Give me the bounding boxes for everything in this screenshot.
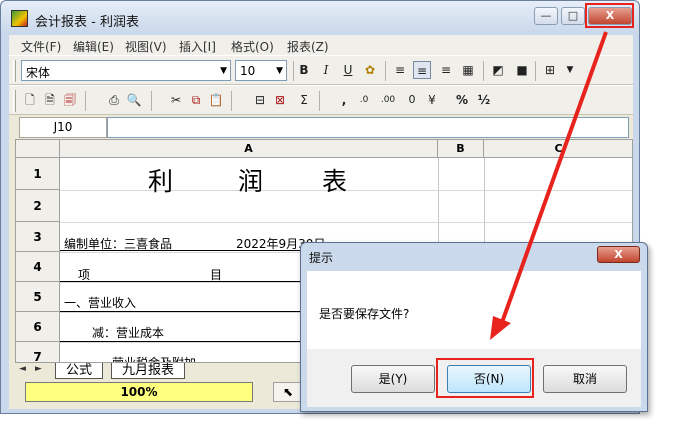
formula-bar: J10 xyxy=(9,115,633,141)
chevron-down-icon: ▼ xyxy=(220,66,227,76)
toolbar-separator xyxy=(85,91,86,111)
insert-col-icon[interactable]: ⊠ xyxy=(271,91,289,109)
toolbar-grip[interactable] xyxy=(13,60,16,82)
cancel-button[interactable]: 取消 xyxy=(543,365,627,393)
corner-header[interactable] xyxy=(16,140,60,158)
paste-icon[interactable]: 📋 xyxy=(207,91,225,109)
minimize-button[interactable]: — xyxy=(534,7,558,25)
row-header[interactable]: 7 xyxy=(16,342,60,362)
dialog-message: 是否要保存文件? xyxy=(319,307,410,321)
fraction-button[interactable]: ½ xyxy=(475,91,493,109)
border-icon[interactable]: ⊞ xyxy=(541,61,559,79)
align-left-icon[interactable]: ≡ xyxy=(391,61,409,79)
app-icon xyxy=(11,10,28,27)
window-title: 会计报表 - 利润表 xyxy=(35,15,139,30)
dialog-body: 是否要保存文件? xyxy=(307,271,641,349)
sum-icon[interactable]: Σ xyxy=(295,91,313,109)
report-title-char: 利 xyxy=(148,167,174,196)
maximize-button[interactable]: □ xyxy=(561,7,585,25)
column-header-b[interactable]: B xyxy=(438,140,484,158)
formula-input[interactable] xyxy=(107,117,629,138)
tab-sheet[interactable]: 九月报表 xyxy=(111,363,186,379)
toolbar-separator xyxy=(483,61,484,81)
format-toolbar: 宋体 ▼ 10 ▼ B I U ✿ ≡ ≡ ≡ ▦ ◩ ■ ⊞ ▼ xyxy=(9,55,633,85)
fill-color-icon[interactable]: ◩ xyxy=(489,61,507,79)
toolbar-separator xyxy=(293,61,294,81)
standard-toolbar: 🗋 🗎 🗐 ⎙ 🔍 ✂ ⧉ 📋 ⊟ ⊠ Σ , .0 .00 0 ¥ % ½ xyxy=(9,85,633,115)
increase-decimal-button[interactable]: .0 xyxy=(355,91,373,109)
grid-line xyxy=(60,222,632,223)
row-header[interactable]: 5 xyxy=(16,282,60,312)
number-zero-icon[interactable]: 0 xyxy=(403,91,421,109)
tab-prev-icon[interactable]: ◄ xyxy=(19,364,26,374)
dialog-title: 提示 xyxy=(309,251,334,265)
percent-button[interactable]: % xyxy=(453,91,471,109)
save-file-icon[interactable]: 🗐 xyxy=(61,91,79,109)
thousands-separator-button[interactable]: , xyxy=(335,91,353,109)
align-center-icon[interactable]: ≡ xyxy=(413,61,431,79)
table-grid-icon[interactable]: ▦ xyxy=(459,61,477,79)
toolbar-separator xyxy=(319,91,320,111)
font-size-value: 10 xyxy=(240,64,256,78)
row-header[interactable]: 6 xyxy=(16,312,60,342)
new-file-icon[interactable]: 🗋 xyxy=(21,91,39,109)
menu-view[interactable]: 视图(V) xyxy=(125,38,167,55)
menu-format[interactable]: 格式(O) xyxy=(231,38,274,55)
chevron-down-icon: ▼ xyxy=(276,66,283,76)
highlight-no-box xyxy=(436,358,534,398)
font-size-select[interactable]: 10 ▼ xyxy=(235,60,287,81)
font-name-value: 宋体 xyxy=(26,66,51,80)
revenue-line: 一、营业收入 xyxy=(64,296,137,310)
bold-button[interactable]: B xyxy=(295,61,313,79)
font-name-select[interactable]: 宋体 ▼ xyxy=(21,60,231,81)
menu-insert[interactable]: 插入[I] xyxy=(179,38,216,55)
column-header-a[interactable]: A xyxy=(60,140,438,158)
title-bar: 会计报表 - 利润表 — □ X xyxy=(1,1,639,35)
toolbar-separator xyxy=(535,61,536,81)
toolbar-separator xyxy=(231,91,232,111)
report-title-char: 润 xyxy=(238,167,264,196)
row-header[interactable]: 2 xyxy=(16,190,60,222)
palette-icon[interactable]: ✿ xyxy=(361,61,379,79)
menu-bar: 文件(F) 编辑(E) 视图(V) 插入[I] 格式(O) 报表(Z) xyxy=(9,35,633,55)
cell-reference-box[interactable]: J10 xyxy=(19,117,107,138)
cost-line: 减：营业成本 xyxy=(92,326,165,340)
print-icon[interactable]: ⎙ xyxy=(105,91,123,109)
menu-report[interactable]: 报表(Z) xyxy=(287,38,329,55)
tab-next-icon[interactable]: ► xyxy=(35,364,42,374)
toolbar-separator xyxy=(151,91,152,111)
row-header[interactable]: 1 xyxy=(16,158,60,190)
cut-icon[interactable]: ✂ xyxy=(167,91,185,109)
underline-button[interactable]: U xyxy=(339,61,357,79)
open-file-icon[interactable]: 🗎 xyxy=(41,91,59,109)
font-color-icon[interactable]: ■ xyxy=(513,61,531,79)
zoom-indicator[interactable]: 100% xyxy=(25,382,253,402)
menu-file[interactable]: 文件(F) xyxy=(21,38,61,55)
report-title-char: 表 xyxy=(322,167,348,196)
menu-edit[interactable]: 编辑(E) xyxy=(73,38,114,55)
copy-icon[interactable]: ⧉ xyxy=(187,91,205,109)
toolbar-separator xyxy=(385,61,386,81)
dialog-close-button[interactable]: X xyxy=(597,246,640,263)
toolbar-grip[interactable] xyxy=(13,90,16,112)
tab-formula[interactable]: 公式 xyxy=(55,363,104,379)
row-header[interactable]: 4 xyxy=(16,252,60,282)
row-header[interactable]: 3 xyxy=(16,222,60,252)
italic-button[interactable]: I xyxy=(317,61,335,79)
align-right-icon[interactable]: ≡ xyxy=(437,61,455,79)
print-preview-icon[interactable]: 🔍 xyxy=(125,91,143,109)
currency-icon[interactable]: ¥ xyxy=(423,91,441,109)
decrease-decimal-button[interactable]: .00 xyxy=(379,91,397,109)
highlight-close-box xyxy=(585,3,634,28)
cursor-icon[interactable]: ⬉ xyxy=(273,382,303,402)
tax-line: 营业税金及附加 xyxy=(112,356,197,363)
column-header-c[interactable]: C xyxy=(484,140,632,158)
yes-button[interactable]: 是(Y) xyxy=(351,365,435,393)
insert-row-icon[interactable]: ⊟ xyxy=(251,91,269,109)
chevron-down-icon[interactable]: ▼ xyxy=(561,61,579,79)
